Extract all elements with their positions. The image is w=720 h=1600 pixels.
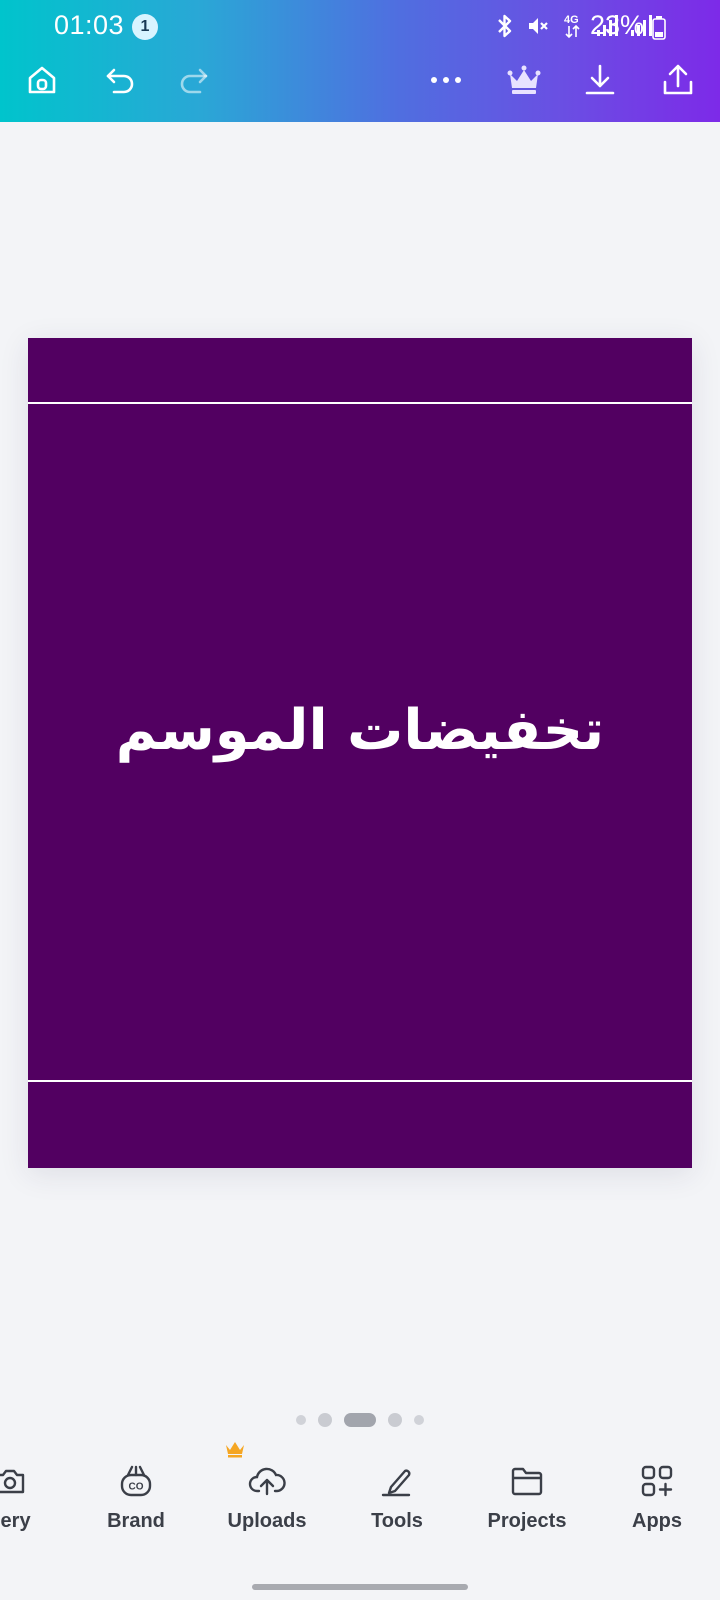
premium-button[interactable] (500, 58, 548, 106)
share-button[interactable] (654, 58, 702, 106)
page-dot-1[interactable] (296, 1415, 306, 1425)
page-dot-4[interactable] (388, 1413, 402, 1427)
bottom-nav: llery CO Brand Uploads Tools Projects Ap… (0, 1442, 720, 1578)
share-icon (660, 62, 696, 102)
notification-badge: 1 (132, 14, 158, 40)
design-page[interactable]: تخفيضات الموسم (28, 338, 692, 1168)
network-4g-icon: 4G (562, 12, 584, 40)
home-icon (24, 62, 60, 102)
editor-canvas[interactable]: تخفيضات الموسم (0, 122, 720, 1422)
redo-icon (176, 62, 212, 102)
nav-gallery[interactable]: llery (0, 1448, 70, 1558)
nav-apps[interactable]: Apps (597, 1448, 717, 1558)
more-options-button[interactable] (422, 58, 470, 106)
nav-uploads[interactable]: Uploads (207, 1448, 327, 1558)
bluetooth-icon (496, 13, 514, 39)
download-icon (582, 62, 618, 102)
camera-icon (0, 1456, 70, 1506)
editor-header: 01:03 1 4G 23% (0, 0, 720, 122)
design-bottom-line[interactable] (28, 1080, 692, 1082)
redo-button[interactable] (170, 58, 218, 106)
nav-projects[interactable]: Projects (467, 1448, 587, 1558)
undo-icon (102, 62, 138, 102)
nav-label-gallery: llery (0, 1510, 31, 1532)
more-icon (428, 62, 464, 102)
apps-grid-icon (597, 1456, 717, 1506)
svg-text:CO: CO (129, 1482, 144, 1493)
svg-text:4G: 4G (564, 14, 579, 26)
page-indicator (0, 1410, 720, 1430)
gesture-home-indicator[interactable] (252, 1584, 468, 1590)
battery-percentage: 23% (590, 10, 645, 40)
home-button[interactable] (18, 58, 66, 106)
nav-brand[interactable]: CO Brand (76, 1442, 244, 1558)
download-button[interactable] (576, 58, 624, 106)
design-top-line[interactable] (28, 402, 692, 404)
brand-kit-icon: CO (76, 1456, 196, 1506)
crown-icon (505, 62, 543, 102)
editor-toolbar (0, 52, 720, 122)
nav-label-projects: Projects (487, 1510, 567, 1532)
nav-label-apps: Apps (632, 1510, 682, 1532)
nav-label-brand: Brand (107, 1510, 165, 1532)
nav-label-uploads: Uploads (227, 1510, 307, 1532)
nav-tools[interactable]: Tools (337, 1448, 457, 1558)
pen-icon (337, 1456, 457, 1506)
nav-label-tools: Tools (371, 1510, 423, 1532)
mute-icon (526, 14, 550, 38)
page-dot-5[interactable] (414, 1415, 424, 1425)
design-headline[interactable]: تخفيضات الموسم (28, 698, 692, 763)
undo-button[interactable] (96, 58, 144, 106)
status-bar: 01:03 1 4G 23% (0, 0, 720, 52)
battery-icon (652, 16, 666, 44)
status-time: 01:03 (54, 10, 125, 40)
page-dot-2[interactable] (318, 1413, 332, 1427)
page-dot-3-active[interactable] (344, 1413, 376, 1427)
cloud-upload-icon (207, 1456, 327, 1506)
folder-icon (467, 1456, 587, 1506)
